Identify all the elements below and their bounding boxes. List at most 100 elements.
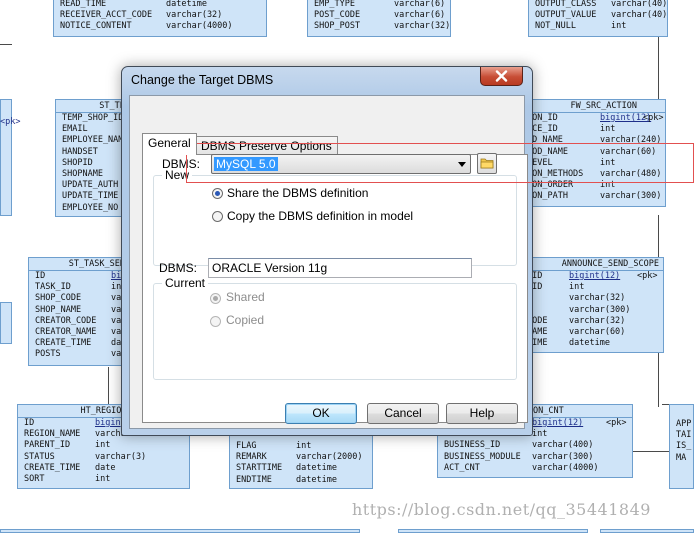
table-column-row: CREATOR_NAME va	[29, 327, 127, 338]
cancel-button[interactable]: Cancel	[367, 403, 439, 424]
table-title: ANNOUNCE_SEND_SCOPE	[521, 258, 663, 271]
table-entity[interactable]: APP TAI IS_ MA	[669, 404, 694, 489]
table-column-row: EMP_TYPE varchar(6)	[308, 0, 450, 10]
column-name: SORT	[24, 473, 45, 484]
column-name: EMPLOYEE_NO	[62, 202, 119, 213]
column-type: datetime	[569, 338, 610, 349]
column-name: POST_CODE	[314, 10, 361, 21]
shared-radio	[210, 293, 221, 304]
table-column-row: RECEIVER_ACCT_CODE varchar(32)	[54, 10, 266, 21]
table-column-row: STATUS varchar(3)	[18, 452, 189, 463]
column-type: datetime	[296, 463, 337, 474]
current-group: Current	[153, 276, 517, 380]
column-name: STATUS	[24, 451, 55, 462]
current-dbms-field: ORACLE Version 11g	[208, 258, 472, 278]
table-entity[interactable]: EMP_TYPE varchar(6) POST_CODE varchar(6) S…	[307, 0, 451, 37]
table-column-row: ION_ID bigint(12) <pk>	[521, 113, 665, 124]
column-type: varchar(2000)	[296, 452, 363, 463]
column-name: RECEIVER_ACCT_CODE	[60, 10, 153, 21]
table-entity[interactable]	[0, 302, 12, 344]
column-type: int	[95, 473, 111, 484]
column-type: int	[95, 440, 111, 451]
annotation-highlight-box	[186, 143, 694, 183]
table-column-row: BUSINESS_ID varchar(400)	[438, 440, 632, 451]
table-entity[interactable]: ST_TASK_SEN IDbigi TASK_IDint SHOP_CODEv…	[28, 257, 131, 366]
column-name: NOTICE_CONTENT	[60, 21, 132, 32]
column-name: POSTS	[35, 349, 61, 360]
column-name: TEMP_SHOP_ID	[62, 113, 124, 123]
column-name: CREATOR_CODE	[35, 315, 97, 326]
table-column-row: REMARK varchar(2000)	[230, 452, 372, 463]
table-column-row: POST_CODE varchar(6)	[308, 10, 450, 21]
column-name: BUSINESS_MODULE	[444, 451, 521, 462]
column-type: bigint(12)	[532, 418, 584, 428]
share-dbms-radio[interactable]	[212, 188, 223, 199]
column-name: CREATOR_NAME	[35, 326, 97, 337]
table-column-row: NOTICE_CONTENT varchar(4000)	[54, 21, 266, 32]
shared-label: Shared	[226, 290, 265, 304]
connector-line	[658, 352, 659, 407]
table-entity[interactable]: ANNOUNCE_SEND_SCOPE _ID bigint(12) <pk> _I…	[520, 257, 664, 353]
column-name: MA	[676, 452, 687, 463]
column-name: NOT_NULL	[535, 21, 576, 32]
table-entity[interactable]	[0, 529, 360, 533]
table-column-row: TIME datetime	[521, 338, 663, 349]
share-dbms-label[interactable]: Share the DBMS definition	[227, 186, 368, 200]
dialog-title: Change the Target DBMS	[131, 73, 274, 87]
ok-button[interactable]: OK	[285, 403, 357, 424]
column-name: OUTPUT_CLASS	[535, 0, 597, 9]
table-entity[interactable]	[600, 529, 694, 533]
column-type: varchar(300)	[569, 304, 631, 315]
table-column-row: CREATOR_CODE va	[29, 316, 127, 327]
column-type: int	[600, 124, 616, 135]
table-column-row: TASK_ID int	[29, 282, 127, 293]
column-type: int	[611, 21, 627, 32]
column-type: datetime	[166, 0, 207, 9]
close-button[interactable]	[480, 67, 523, 86]
table-column-row: OUTPUT_CLASS varchar(40)	[529, 0, 667, 10]
table-column-row: _ID int	[521, 282, 663, 293]
column-type: varchar(400)	[532, 440, 594, 451]
table-entity[interactable]	[398, 529, 588, 533]
column-name: APP	[676, 419, 692, 429]
copy-dbms-radio[interactable]	[212, 211, 223, 222]
column-type: varchar(40)	[611, 10, 668, 21]
column-name: REMARK	[236, 452, 267, 463]
column-type: varchar(32)	[569, 315, 626, 326]
column-name: TAI	[676, 430, 692, 441]
table-column-row: Evarchar(32)	[521, 293, 663, 304]
help-button[interactable]: Help	[446, 403, 518, 424]
column-type: varchar(32)	[166, 10, 223, 21]
column-type: int	[569, 282, 585, 293]
column-name: CREATE_TIME	[24, 462, 81, 473]
column-name: FLAG	[236, 441, 257, 451]
table-column-row: TAI	[670, 430, 693, 441]
column-name: EMPLOYEE_NAM	[62, 135, 124, 146]
table-column-row: RCE_ID int	[521, 124, 665, 135]
column-name: SHOP_POST	[314, 21, 361, 32]
table-entity[interactable]: OUTPUT_CLASS varchar(40) OUTPUT_VALUE varc…	[528, 0, 668, 37]
column-name: TASK_ID	[35, 282, 71, 293]
column-name: ENDTIME	[236, 474, 272, 485]
column-name: EMAIL	[62, 124, 88, 135]
close-icon	[495, 70, 508, 82]
connector-line	[108, 367, 109, 405]
table-column-row: NOT_NULL int	[529, 21, 667, 32]
column-type: int	[296, 441, 312, 451]
column-name: ACT_CNT	[444, 462, 480, 473]
table-column-row: BUSINESS_MODULE varchar(300)	[438, 452, 632, 463]
pk-marker: <pk>	[643, 113, 664, 123]
table-column-row: IS_	[670, 441, 693, 452]
copy-dbms-label[interactable]: Copy the DBMS definition in model	[227, 209, 413, 223]
column-type: varchar(3)	[95, 451, 147, 462]
column-name: OUTPUT_VALUE	[535, 10, 597, 21]
column-type: varchar(6)	[394, 10, 446, 21]
connector-line	[658, 215, 659, 259]
column-name: HANDSET	[62, 146, 98, 157]
table-entity[interactable]: READ_TIME datetime RECEIVER_ACCT_CODE varc…	[53, 0, 267, 37]
column-type: date	[95, 462, 116, 473]
table-entity[interactable]: FLAG int REMARK varchar(2000) STARTTIME dat…	[229, 430, 373, 489]
tab-general[interactable]: General	[142, 133, 197, 155]
watermark-text: https://blog.csdn.net/qq_35441849	[352, 500, 651, 519]
column-type: varchar(40)	[611, 0, 668, 9]
